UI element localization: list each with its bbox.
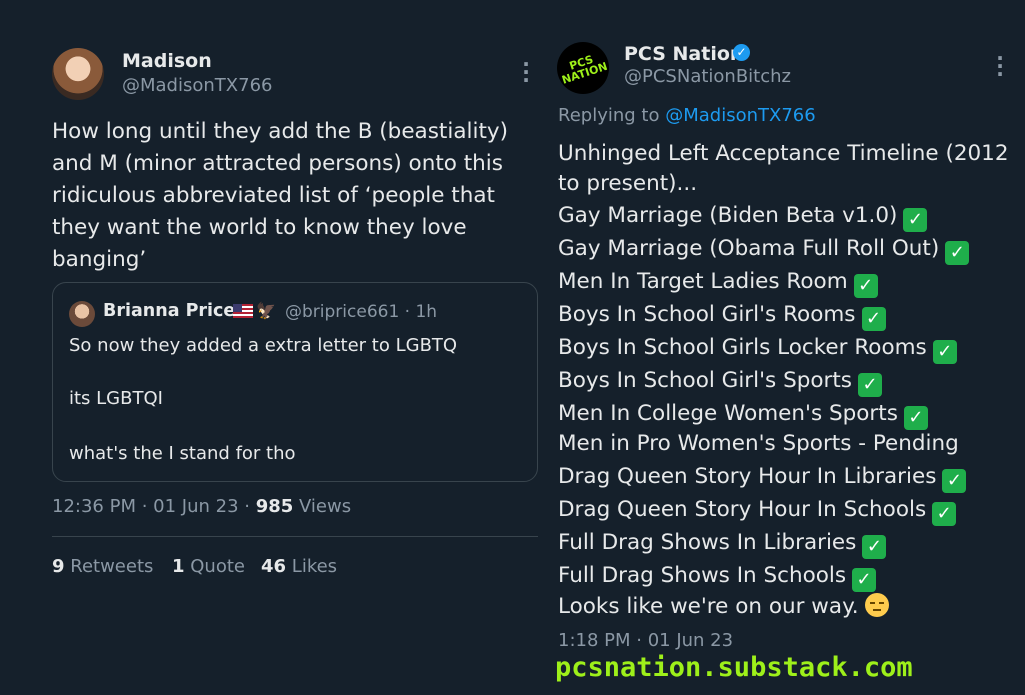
timeline-line-text: Gay Marriage (Obama Full Roll Out)	[558, 236, 940, 261]
check-mark-icon: ✓	[903, 208, 928, 232]
timeline-line: Boys In School Girl's Sports ✓	[558, 368, 882, 397]
timeline-line-text: Men In College Women's Sports	[558, 401, 898, 426]
expressionless-face-icon	[864, 593, 889, 617]
timeline-line: Boys In School Girls Locker Rooms ✓	[558, 335, 957, 364]
timeline-line: Full Drag Shows In Libraries ✓	[558, 530, 887, 559]
timeline-line-text: Boys In School Girl's Rooms	[558, 302, 856, 327]
quoted-tweet[interactable]: Brianna Price 🦅 @briprice661 · 1h So now…	[52, 282, 538, 482]
eagle-icon: 🦅	[256, 301, 276, 320]
check-mark-icon: ✓	[858, 373, 882, 397]
tweet-text-line: they want the world to know they love	[52, 215, 467, 240]
timeline-line: Drag Queen Story Hour In Schools ✓	[558, 497, 957, 526]
author-handle[interactable]: @PCSNationBitchz	[624, 66, 791, 87]
likes-stat[interactable]: 46 Likes	[261, 556, 337, 577]
timeline-line: Drag Queen Story Hour In Libraries ✓	[558, 464, 967, 493]
tweet-timestamp[interactable]: 12:36 PM · 01 Jun 23 ·	[52, 496, 256, 517]
likes-count: 46	[261, 556, 287, 577]
timeline-line-text: Boys In School Girl's Sports	[558, 368, 852, 393]
replying-to: Replying to @MadisonTX766	[558, 105, 816, 126]
tweet-text: How long until they add the B (beastiali…	[52, 116, 508, 276]
timeline-line-text: Looks like we're on our way.	[558, 594, 859, 619]
timeline-line: Unhinged Left Acceptance Timeline (2012	[558, 141, 1009, 166]
tweet-meta: 12:36 PM · 01 Jun 23 · 985 Views	[52, 496, 351, 517]
timeline-line: Boys In School Girl's Rooms ✓	[558, 302, 886, 331]
quote-avatar[interactable]	[69, 301, 95, 327]
retweets-stat[interactable]: 9 Retweets	[52, 556, 153, 577]
check-mark-icon: ✓	[903, 406, 928, 430]
timeline-line-text: Gay Marriage (Biden Beta v1.0)	[558, 203, 898, 228]
likes-label: Likes	[286, 556, 338, 577]
quote-author-name[interactable]: Brianna Price	[103, 301, 235, 321]
tweet-text-line: How long until they add the B (beastiali…	[52, 119, 508, 144]
timeline-line: to present)...	[558, 171, 697, 196]
timeline-line: Men In Target Ladies Room ✓	[558, 269, 878, 298]
avatar[interactable]: PCS NATION	[557, 42, 609, 94]
replying-prefix: Replying to	[558, 105, 666, 126]
timeline-line: Gay Marriage (Obama Full Roll Out) ✓	[558, 236, 970, 265]
check-mark-icon: ✓	[942, 469, 967, 493]
avatar[interactable]	[52, 48, 104, 100]
quotes-count: 1	[172, 556, 185, 577]
check-mark-icon: ✓	[932, 340, 957, 364]
retweets-label: Retweets	[64, 556, 154, 577]
tweet-text-line: ridiculous abbreviated list of ‘people t…	[52, 183, 495, 208]
quote-text-line: what's the I stand for tho	[69, 443, 296, 464]
verified-badge-icon: ✓	[733, 44, 750, 61]
author-name[interactable]: Madison	[122, 50, 212, 72]
timeline-line-text: Drag Queen Story Hour In Libraries	[558, 464, 937, 489]
divider	[52, 536, 538, 537]
timeline-line: Full Drag Shows In Schools ✓	[558, 563, 877, 592]
tweet-timestamp[interactable]: 1:18 PM · 01 Jun 23	[558, 630, 733, 651]
timeline-line-text: to present)...	[558, 171, 698, 196]
author-handle[interactable]: @MadisonTX766	[122, 75, 272, 96]
timeline-line: Looks like we're on our way.	[558, 593, 889, 619]
quotes-stat[interactable]: 1 Quote	[172, 556, 245, 577]
timeline-line-text: Drag Queen Story Hour In Schools	[558, 497, 927, 522]
check-mark-icon: ✓	[932, 502, 957, 526]
quote-handle-time[interactable]: @briprice661 · 1h	[285, 302, 437, 322]
more-options-icon[interactable]: · · ·	[995, 48, 1005, 84]
check-mark-icon: ✓	[861, 307, 886, 331]
check-mark-icon: ✓	[852, 568, 877, 592]
timeline-line-text: Full Drag Shows In Libraries	[558, 530, 857, 555]
check-mark-icon: ✓	[853, 274, 878, 298]
timeline-line: Men in Pro Women's Sports - Pending	[558, 431, 959, 456]
views-label: Views	[293, 496, 352, 517]
views-count: 985	[255, 496, 294, 517]
quote-text-line: its LGBTQI	[69, 388, 163, 409]
avatar-logo-text: PCS NATION	[560, 52, 609, 87]
timeline-line-text: Boys In School Girls Locker Rooms	[558, 335, 927, 360]
timeline-line-text: Unhinged Left Acceptance Timeline (2012	[558, 141, 1009, 166]
check-mark-icon: ✓	[862, 535, 887, 559]
check-mark-icon: ✓	[945, 241, 970, 265]
timeline-line: Gay Marriage (Biden Beta v1.0) ✓	[558, 203, 928, 232]
timeline-line-text: Full Drag Shows In Schools	[558, 563, 847, 588]
us-flag-icon	[233, 304, 253, 318]
tweet-text-line: and M (minor attracted persons) onto thi…	[52, 151, 503, 176]
tweet-text-line: banging’	[52, 247, 147, 272]
retweets-count: 9	[52, 556, 65, 577]
timeline-line: Men In College Women's Sports ✓	[558, 401, 928, 430]
author-name[interactable]: PCS Nation	[624, 43, 743, 65]
more-options-icon[interactable]: · · ·	[521, 54, 531, 90]
timeline-line-text: Men In Target Ladies Room	[558, 269, 848, 294]
watermark: pcsnation.substack.com	[555, 652, 913, 683]
timeline-line-text: Men in Pro Women's Sports - Pending	[558, 431, 959, 456]
quote-text-line: So now they added a extra letter to LGBT…	[69, 335, 458, 356]
replying-mention[interactable]: @MadisonTX766	[665, 105, 815, 126]
quotes-label: Quote	[184, 556, 245, 577]
